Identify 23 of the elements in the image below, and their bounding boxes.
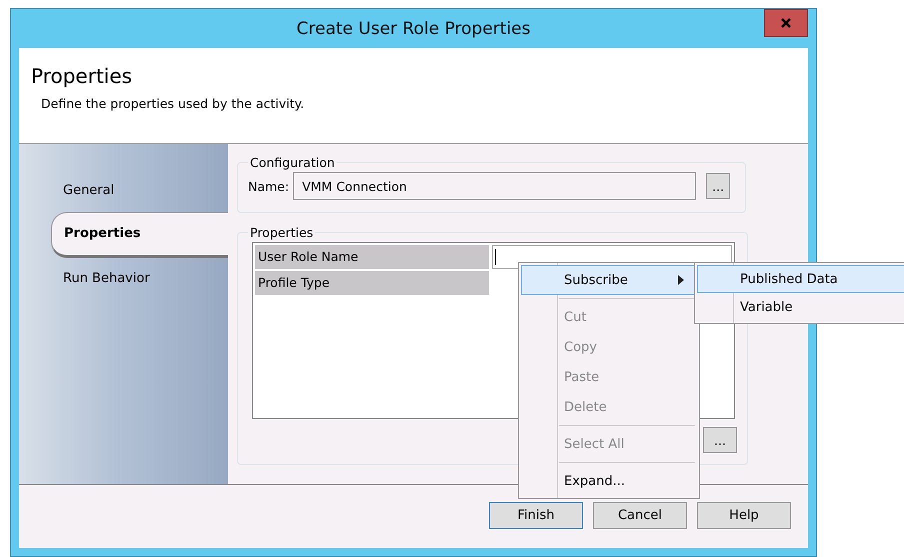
- property-name: Profile Type: [255, 271, 489, 295]
- browse-button[interactable]: ...: [703, 427, 737, 453]
- menu-item[interactable]: Subscribe: [521, 265, 697, 295]
- sidebar-item[interactable]: General: [51, 170, 228, 212]
- page-description: Define the properties used by the activity.: [41, 96, 304, 111]
- group-title: Configuration: [249, 155, 336, 170]
- window-title: Create User Role Properties: [296, 18, 530, 38]
- sidebar-item[interactable]: Run Behavior: [51, 258, 228, 300]
- name-label: Name:: [248, 178, 290, 194]
- name-field[interactable]: VMM Connection: [293, 172, 696, 200]
- property-name: User Role Name: [255, 245, 489, 269]
- menu-item[interactable]: Variable: [697, 293, 904, 321]
- dialog-button[interactable]: Cancel: [593, 502, 687, 529]
- browse-button[interactable]: ...: [706, 173, 730, 199]
- menu-item[interactable]: Published Data: [697, 265, 904, 293]
- dialog-button[interactable]: Finish: [489, 502, 583, 529]
- sidebar-item[interactable]: Properties: [51, 212, 228, 258]
- group-title: Properties: [249, 225, 314, 240]
- menu-item[interactable]: Expand...: [521, 466, 697, 496]
- page-title: Properties: [31, 64, 132, 88]
- dialog-button[interactable]: Help: [697, 502, 791, 529]
- close-icon: [780, 18, 792, 28]
- close-button[interactable]: [764, 9, 808, 37]
